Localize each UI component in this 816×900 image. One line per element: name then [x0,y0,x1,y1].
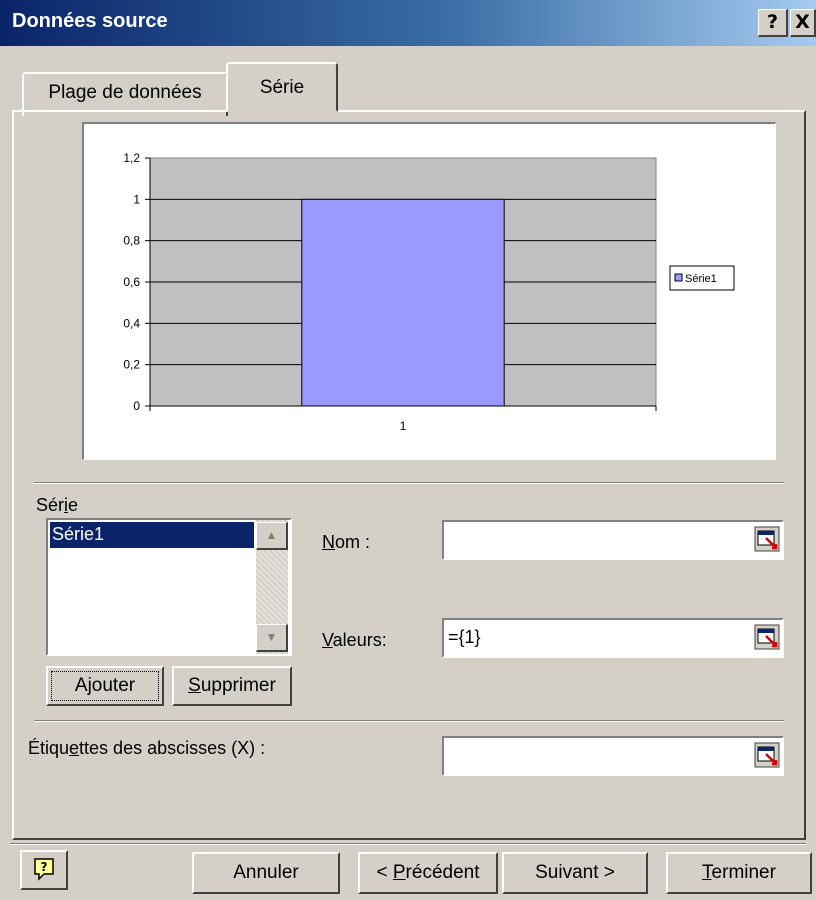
list-item[interactable]: Série1 [50,522,254,548]
tab-series[interactable]: Série [226,62,338,112]
values-label: Valeurs: [322,630,387,650]
remove-button[interactable]: Supprimer [172,666,292,706]
y-tick-label: 0,8 [123,234,140,248]
series-label: Série [36,495,79,515]
name-field[interactable] [442,520,784,560]
x-labels-field[interactable] [442,736,784,776]
y-tick-label: 0,2 [123,358,140,372]
range-select-icon[interactable] [754,742,780,768]
separator [34,482,784,484]
close-icon: X [795,11,810,33]
legend-swatch [674,273,683,282]
close-button[interactable]: X [790,9,816,37]
y-tick-label: 1,2 [123,151,140,165]
values-field[interactable]: ={1} [442,618,784,658]
window-title: Données source [12,10,168,32]
range-select-icon[interactable] [754,624,780,650]
name-label: Nom : [322,532,371,552]
help-icon: ? [34,858,54,881]
separator [34,720,784,722]
add-button[interactable]: Ajouter [46,666,164,706]
next-button[interactable]: Suivant > [502,852,648,894]
series-listbox[interactable]: Série1 ▲ ▼ [46,518,292,656]
title-bar: Données source ? X [0,0,816,46]
y-tick-label: 0,6 [123,275,140,289]
svg-text:?: ? [41,860,48,874]
chart-preview: 0 0,2 0,4 0,6 0,8 1 1,2 1 Série1 [82,122,776,460]
scroll-up-button[interactable]: ▲ [256,522,288,550]
arrow-up-icon: ▲ [265,528,278,542]
arrow-down-icon: ▼ [265,630,278,644]
separator [10,843,806,845]
help-title-button[interactable]: ? [758,9,788,37]
legend-label: Série1 [685,273,717,285]
back-button[interactable]: < Précédent [358,852,498,894]
y-tick-label: 0 [133,399,140,413]
x-tick-label: 1 [400,419,407,433]
finish-button[interactable]: Terminer [666,852,812,894]
range-select-icon[interactable] [754,526,780,552]
chart: 0 0,2 0,4 0,6 0,8 1 1,2 1 Série1 [123,151,735,433]
y-tick-label: 1 [133,192,140,206]
scroll-down-button[interactable]: ▼ [256,624,288,652]
y-tick-label: 0,4 [123,316,140,330]
scrollbar[interactable]: ▲ ▼ [256,520,288,654]
values-value: ={1} [448,627,481,647]
help-button[interactable]: ? [20,850,68,890]
cancel-button[interactable]: Annuler [192,852,340,894]
question-mark-icon: ? [766,11,779,33]
tab-label: Plage de données [48,82,202,103]
bar [301,198,505,407]
x-labels-label: Étiquettes des abscisses (X) : [28,738,266,758]
tab-label: Série [259,77,305,98]
